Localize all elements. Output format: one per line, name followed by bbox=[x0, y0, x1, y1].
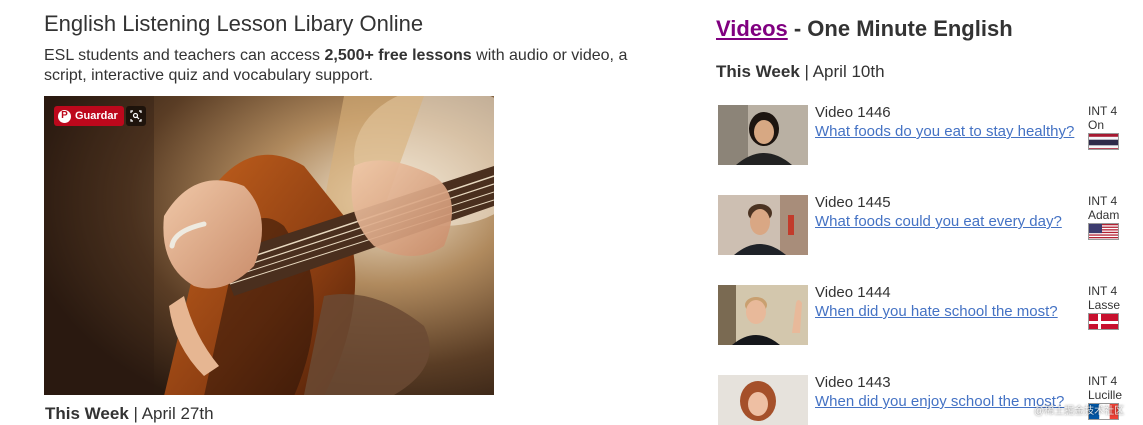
video-speaker: Lucille bbox=[1088, 388, 1123, 402]
pinterest-save-button[interactable]: P Guardar bbox=[54, 106, 124, 126]
video-number: Video 1444 bbox=[815, 284, 891, 301]
library-description: ESL students and teachers can access 2,5… bbox=[44, 46, 644, 86]
visual-search-button[interactable] bbox=[126, 106, 146, 126]
denmark-flag-icon bbox=[1088, 313, 1119, 330]
zoom-lens-icon bbox=[130, 110, 142, 122]
videos-section-title: Videos - One Minute English bbox=[716, 16, 1143, 42]
library-week-date: This Week | April 27th bbox=[45, 404, 214, 424]
this-week-label: This Week bbox=[716, 62, 800, 81]
video-item: Video 1444 When did you hate school the … bbox=[716, 284, 1143, 346]
speaker-portrait-on bbox=[718, 105, 808, 165]
video-number: Video 1443 bbox=[815, 374, 891, 391]
library-title: English Listening Lesson Libary Online bbox=[44, 11, 424, 36]
videos-section: Videos - One Minute English This Week | … bbox=[716, 16, 1143, 82]
video-question-link[interactable]: When did you hate school the most? bbox=[815, 302, 1085, 321]
library-desc-highlight: 2,500+ free lessons bbox=[324, 47, 472, 64]
video-question-link[interactable]: What foods could you eat every day? bbox=[815, 212, 1085, 231]
lesson-library-section: English Listening Lesson Libary Online E… bbox=[44, 10, 644, 423]
videos-link[interactable]: Videos bbox=[716, 16, 788, 41]
video-number: Video 1445 bbox=[815, 194, 891, 211]
week-separator: | bbox=[799, 62, 813, 81]
this-week-label: This Week bbox=[45, 404, 129, 423]
video-number: Video 1446 bbox=[815, 104, 891, 121]
speaker-portrait-adam bbox=[718, 195, 808, 255]
video-question-link[interactable]: What foods do you eat to stay healthy? bbox=[815, 122, 1085, 141]
video-level: INT 4 bbox=[1088, 284, 1118, 298]
usa-flag-icon bbox=[1088, 223, 1119, 240]
video-item: Video 1443 When did you enjoy school the… bbox=[716, 374, 1143, 425]
videos-week-date: This Week | April 10th bbox=[716, 62, 1143, 82]
video-speaker: On bbox=[1088, 118, 1105, 132]
pinterest-icon: P bbox=[58, 109, 71, 123]
video-level: INT 4 bbox=[1088, 194, 1118, 208]
week-separator: | bbox=[128, 404, 142, 423]
week-date: April 27th bbox=[141, 404, 214, 423]
video-thumbnail[interactable] bbox=[718, 105, 808, 165]
video-item: Video 1446 What foods do you eat to stay… bbox=[716, 104, 1143, 166]
speaker-portrait-lucille bbox=[718, 375, 808, 425]
watermark-text: @稀土掘金技术社区 bbox=[1034, 406, 1125, 417]
video-level: INT 4 bbox=[1088, 104, 1118, 118]
video-thumbnail[interactable] bbox=[718, 195, 808, 255]
guitar-photo-image bbox=[44, 96, 494, 395]
video-speaker: Adam bbox=[1088, 208, 1120, 222]
videos-title-rest: - One Minute English bbox=[787, 16, 1013, 41]
guitar-lesson-photo[interactable]: P Guardar bbox=[44, 96, 494, 395]
video-thumbnail[interactable] bbox=[718, 285, 808, 345]
video-thumbnail[interactable] bbox=[718, 375, 808, 425]
video-speaker: Lasse bbox=[1088, 298, 1121, 312]
thailand-flag-icon bbox=[1088, 133, 1119, 150]
pinterest-save-label: Guardar bbox=[75, 110, 118, 122]
library-desc-start: ESL students and teachers can access bbox=[44, 47, 325, 64]
speaker-portrait-lasse bbox=[718, 285, 808, 345]
video-item: Video 1445 What foods could you eat ever… bbox=[716, 194, 1143, 256]
week-date: April 10th bbox=[812, 62, 885, 81]
video-level: INT 4 bbox=[1088, 374, 1118, 388]
